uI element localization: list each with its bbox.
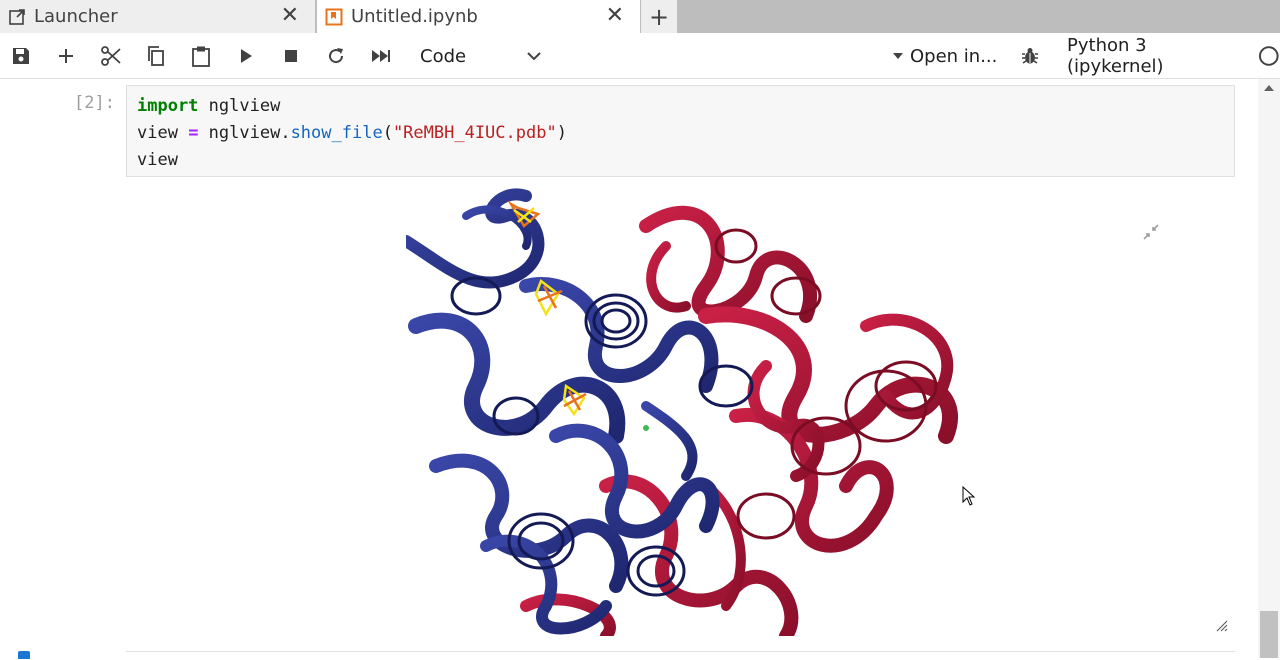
caret-down-icon — [893, 53, 903, 59]
chevron-down-icon — [527, 52, 541, 61]
restart-icon — [329, 48, 344, 64]
add-cell-button[interactable] — [52, 42, 80, 70]
save-icon — [13, 48, 29, 64]
new-tab-button[interactable]: + — [641, 0, 677, 33]
mouse-cursor-icon — [962, 485, 976, 510]
copy-button[interactable] — [142, 42, 170, 70]
code-line: import nglview — [137, 93, 567, 120]
add-cell-icon — [59, 49, 73, 63]
cut-icon — [101, 46, 121, 66]
tab-notebook[interactable]: Untitled.ipynb ✕ — [317, 0, 640, 33]
launcher-icon — [8, 8, 26, 26]
code-token: show_file — [290, 123, 383, 143]
close-icon[interactable]: ✕ — [281, 5, 299, 27]
run-button[interactable] — [232, 42, 260, 70]
code-token: nglview — [198, 96, 281, 116]
code-content: import nglview view = nglview.show_file("… — [137, 93, 567, 174]
bug-icon — [1022, 48, 1038, 64]
protein-structure — [406, 188, 958, 636]
cell-type-select[interactable]: Code — [412, 42, 542, 70]
open-in-button[interactable]: Open in... — [892, 42, 997, 70]
code-line: view — [137, 147, 567, 174]
tab-notebook-label: Untitled.ipynb — [351, 6, 478, 27]
scroll-up-icon[interactable] — [1264, 85, 1274, 91]
cut-button[interactable] — [97, 42, 125, 70]
kernel-status[interactable]: Python 3 (ipykernel) — [1067, 35, 1280, 77]
stop-icon — [285, 50, 297, 62]
copy-icon — [148, 46, 164, 66]
code-token: view — [137, 123, 189, 143]
debugger-button[interactable] — [1016, 42, 1044, 70]
code-token: ( — [382, 123, 393, 143]
notebook-panel: [2]: import nglview view = nglview.show_f… — [0, 79, 1280, 660]
collapse-output-icon[interactable] — [1142, 223, 1160, 241]
save-button[interactable] — [7, 42, 35, 70]
notebook-icon — [325, 8, 343, 26]
tab-bar: Launcher ✕ Untitled.ipynb ✕ + — [0, 0, 1280, 33]
open-in-label: Open in... — [910, 45, 998, 67]
code-token: view — [137, 150, 178, 170]
nglview-protein-viewer[interactable] — [406, 186, 972, 636]
code-token: = — [188, 123, 199, 143]
tab-launcher[interactable]: Launcher ✕ — [0, 0, 316, 33]
code-token: nglview. — [198, 123, 291, 143]
cell-type-value: Code — [420, 45, 467, 67]
resize-handle-icon[interactable] — [1216, 617, 1228, 632]
run-all-button[interactable] — [367, 42, 395, 70]
code-line: view = nglview.show_file("ReMBH_4IUC.pdb… — [137, 120, 567, 147]
stop-button[interactable] — [277, 42, 305, 70]
kernel-name: Python 3 (ipykernel) — [1067, 35, 1164, 77]
paste-button[interactable] — [187, 42, 215, 70]
code-token: "ReMBH_4IUC.pdb" — [392, 123, 557, 143]
cell-prompt: [2]: — [74, 93, 115, 113]
notebook-toolbar: Code Open in... Python 3 (ipykernel) — [0, 33, 1280, 79]
run-icon — [241, 49, 252, 63]
code-token: import — [137, 96, 199, 116]
kernel-idle-icon — [1259, 46, 1280, 66]
restart-button[interactable] — [322, 42, 350, 70]
plus-icon: + — [648, 2, 670, 31]
close-icon[interactable]: ✕ — [606, 5, 624, 27]
run-all-icon — [372, 50, 390, 62]
next-cell[interactable] — [126, 651, 1235, 660]
vertical-scrollbar[interactable] — [1258, 79, 1280, 658]
paste-icon — [192, 46, 210, 67]
code-cell-editor[interactable]: import nglview view = nglview.show_file("… — [126, 85, 1235, 177]
code-token: ) — [556, 123, 567, 143]
tab-launcher-label: Launcher — [34, 6, 118, 27]
scroll-thumb[interactable] — [1260, 611, 1278, 658]
